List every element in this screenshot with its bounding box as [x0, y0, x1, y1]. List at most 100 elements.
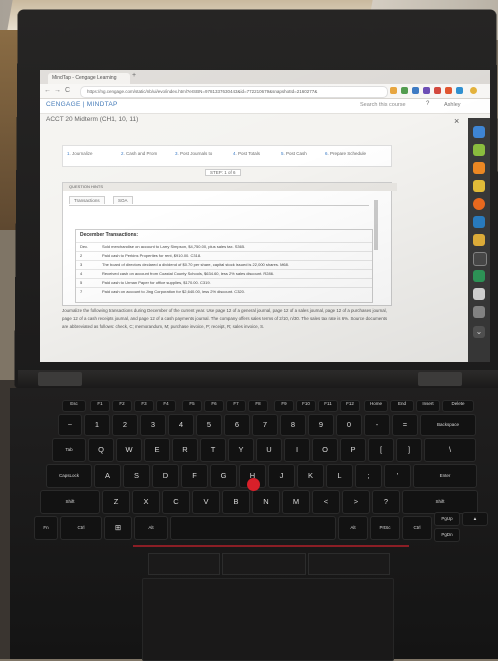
trackpoint[interactable]	[247, 478, 260, 491]
key-v[interactable]: V	[192, 490, 220, 514]
star-icon[interactable]	[390, 87, 397, 94]
key-9[interactable]: 9	[308, 414, 334, 436]
key-g[interactable]: G	[210, 464, 237, 488]
search-input[interactable]: Search this course	[360, 102, 406, 108]
key-tab[interactable]: Tab	[52, 438, 86, 462]
key-ctrl-right[interactable]: Ctrl	[402, 516, 432, 540]
key-c[interactable]: C	[162, 490, 190, 514]
key-f[interactable]: F	[181, 464, 208, 488]
key-equals[interactable]: =	[392, 414, 418, 436]
key-f3[interactable]: F3	[134, 400, 154, 412]
rss-icon[interactable]	[473, 162, 485, 174]
extension-icon[interactable]	[412, 87, 419, 94]
key-alt-left[interactable]: Alt	[134, 516, 168, 540]
key-a[interactable]: A	[94, 464, 121, 488]
key-z[interactable]: Z	[102, 490, 130, 514]
app-icon[interactable]	[473, 252, 487, 266]
key-b[interactable]: B	[222, 490, 250, 514]
key-home[interactable]: Home	[364, 400, 388, 412]
key-shift-left[interactable]: Shift	[40, 490, 100, 514]
key-pgup[interactable]: PgUp	[434, 512, 460, 526]
url-input[interactable]: https://ng.cengage.com/static/nb/ui/evo/…	[80, 86, 388, 98]
key-f2[interactable]: F2	[112, 400, 132, 412]
step-5[interactable]: 5. Post Cash	[281, 151, 307, 156]
step-2[interactable]: 2. Cash and Prom	[121, 151, 157, 156]
key-q[interactable]: Q	[88, 438, 114, 462]
app-icon[interactable]	[473, 126, 485, 138]
forward-button[interactable]: →	[54, 87, 61, 94]
key-insert[interactable]: Insert	[416, 400, 440, 412]
key-semicolon[interactable]: ;	[355, 464, 382, 488]
key-f12[interactable]: F12	[340, 400, 360, 412]
key-pgdn[interactable]: PgDn	[434, 528, 460, 542]
key-6[interactable]: 6	[224, 414, 250, 436]
key-f6[interactable]: F6	[204, 400, 224, 412]
trackpad-left-button[interactable]	[148, 553, 220, 575]
key-l[interactable]: L	[326, 464, 353, 488]
extension-icon[interactable]	[434, 87, 441, 94]
key-5[interactable]: 5	[196, 414, 222, 436]
step-6[interactable]: 6. Prepare Schedule	[325, 151, 366, 156]
key-tilde[interactable]: ~	[58, 414, 82, 436]
reload-button[interactable]: C	[65, 87, 70, 94]
new-tab-button[interactable]: +	[132, 72, 136, 79]
extension-icon[interactable]	[401, 87, 408, 94]
back-button[interactable]: ←	[44, 87, 51, 94]
browser-tab[interactable]: MindTap - Cengage Learning	[48, 73, 130, 84]
key-period[interactable]: >	[342, 490, 370, 514]
key-f8[interactable]: F8	[248, 400, 268, 412]
key-fn[interactable]: Fn	[34, 516, 58, 540]
folder-icon[interactable]	[473, 234, 485, 246]
profile-icon[interactable]	[470, 87, 477, 94]
step-3[interactable]: 3. Post Journals to	[175, 151, 212, 156]
extension-icon[interactable]	[445, 87, 452, 94]
extension-icon[interactable]	[456, 87, 463, 94]
app-icon[interactable]	[473, 270, 485, 282]
book-icon[interactable]	[473, 216, 485, 228]
key-n[interactable]: N	[252, 490, 280, 514]
key-x[interactable]: X	[132, 490, 160, 514]
trackpad-right-button[interactable]	[308, 553, 390, 575]
user-menu[interactable]: Ashley	[444, 102, 461, 108]
step-4[interactable]: 4. Post Totals	[233, 151, 260, 156]
key-capslock[interactable]: CapsLock	[46, 464, 92, 488]
key-delete[interactable]: Delete	[442, 400, 474, 412]
app-icon[interactable]	[473, 180, 485, 192]
key-enter[interactable]: Enter	[413, 464, 477, 488]
key-prtsc[interactable]: PrtSc	[370, 516, 400, 540]
help-icon[interactable]: ?	[426, 101, 429, 107]
tab-transactions[interactable]: Transactions	[69, 196, 105, 204]
key-slash[interactable]: ?	[372, 490, 400, 514]
app-icon[interactable]	[473, 288, 485, 300]
chevron-down-icon[interactable]: ⌄	[473, 326, 485, 338]
tab-soa[interactable]: SOA	[113, 196, 133, 204]
key-shift-right[interactable]: Shift	[402, 490, 478, 514]
key-ctrl-left[interactable]: Ctrl	[60, 516, 102, 540]
app-icon[interactable]	[473, 306, 485, 318]
trackpad-middle-button[interactable]	[222, 553, 306, 575]
key-f5[interactable]: F5	[182, 400, 202, 412]
pencil-icon[interactable]	[473, 144, 485, 156]
touchpad[interactable]	[142, 578, 394, 661]
key-3[interactable]: 3	[140, 414, 166, 436]
brand-logo[interactable]: CENGAGE | MINDTAP	[46, 101, 118, 108]
app-icon[interactable]	[473, 198, 485, 210]
key-backspace[interactable]: Backspace	[420, 414, 476, 436]
key-2[interactable]: 2	[112, 414, 138, 436]
key-o[interactable]: O	[312, 438, 338, 462]
scrollbar[interactable]	[374, 200, 378, 250]
key-space[interactable]	[170, 516, 336, 540]
key-j[interactable]: J	[268, 464, 295, 488]
key-f11[interactable]: F11	[318, 400, 338, 412]
key-y[interactable]: Y	[228, 438, 254, 462]
key-backslash[interactable]: \	[424, 438, 476, 462]
key-minus[interactable]: -	[364, 414, 390, 436]
extension-icon[interactable]	[423, 87, 430, 94]
key-0[interactable]: 0	[336, 414, 362, 436]
key-1[interactable]: 1	[84, 414, 110, 436]
key-f1[interactable]: F1	[90, 400, 110, 412]
key-end[interactable]: End	[390, 400, 414, 412]
key-lbracket[interactable]: [	[368, 438, 394, 462]
key-quote[interactable]: '	[384, 464, 411, 488]
key-4[interactable]: 4	[168, 414, 194, 436]
